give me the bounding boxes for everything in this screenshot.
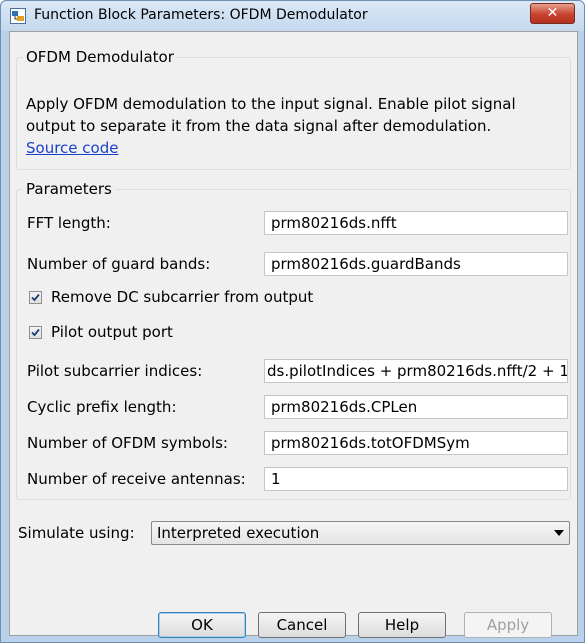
apply-button: Apply <box>464 612 552 638</box>
pilot-output-port-checkbox[interactable] <box>29 326 42 339</box>
pilot-indices-label: Pilot subcarrier indices: <box>27 362 203 380</box>
rx-antennas-label: Number of receive antennas: <box>27 470 246 488</box>
simulink-block-icon <box>10 8 26 24</box>
simulate-using-select[interactable]: Interpreted execution <box>151 521 570 545</box>
cancel-button[interactable]: Cancel <box>258 612 346 638</box>
close-icon: ✕ <box>546 5 559 21</box>
fft-length-input[interactable]: prm80216ds.nfft <box>264 211 568 235</box>
ok-button[interactable]: OK <box>158 612 246 638</box>
fft-length-label: FFT length: <box>27 214 111 232</box>
remove-dc-label[interactable]: Remove DC subcarrier from output <box>51 288 313 306</box>
block-description: Apply OFDM demodulation to the input sig… <box>26 95 516 135</box>
checkmark-icon <box>31 293 40 302</box>
checkmark-icon <box>31 328 40 337</box>
block-group-title: OFDM Demodulator <box>26 48 174 66</box>
dropdown-arrow-icon <box>554 530 564 536</box>
close-button[interactable]: ✕ <box>530 3 575 24</box>
simulate-using-value: Interpreted execution <box>157 524 320 542</box>
ofdm-symbols-input[interactable]: prm80216ds.totOFDMSym <box>264 431 568 455</box>
cp-length-label: Cyclic prefix length: <box>27 398 177 416</box>
simulate-using-label: Simulate using: <box>18 524 135 542</box>
help-button[interactable]: Help <box>358 612 446 638</box>
source-code-link[interactable]: Source code <box>26 139 118 157</box>
parameters-group-title: Parameters <box>26 180 112 198</box>
title-bar[interactable]: Function Block Parameters: OFDM Demodula… <box>1 1 584 31</box>
guard-bands-label: Number of guard bands: <box>27 255 211 273</box>
dialog-client-area: OFDM Demodulator Apply OFDM demodulation… <box>9 31 578 638</box>
guard-bands-input[interactable]: prm80216ds.guardBands <box>264 252 568 276</box>
ofdm-symbols-label: Number of OFDM symbols: <box>27 434 228 452</box>
pilot-output-port-label[interactable]: Pilot output port <box>51 323 173 341</box>
window-title: Function Block Parameters: OFDM Demodula… <box>34 7 368 23</box>
pilot-indices-input[interactable]: ds.pilotIndices + prm80216ds.nfft/2 + 1 <box>264 359 568 383</box>
remove-dc-checkbox[interactable] <box>29 291 42 304</box>
rx-antennas-input[interactable]: 1 <box>264 467 568 491</box>
dialog-window: Function Block Parameters: OFDM Demodula… <box>0 0 585 643</box>
cp-length-input[interactable]: prm80216ds.CPLen <box>264 395 568 419</box>
